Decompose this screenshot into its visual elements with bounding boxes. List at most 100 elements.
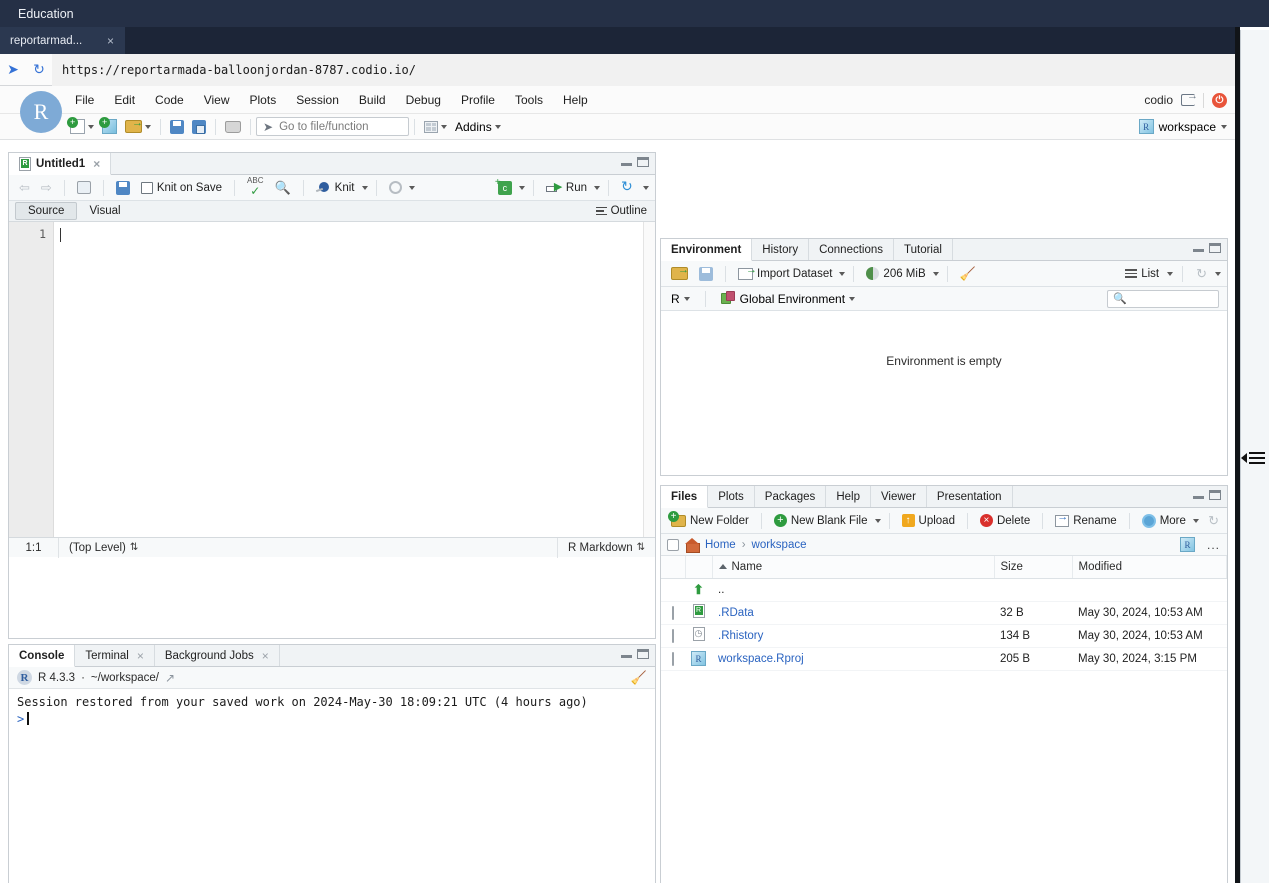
save-button[interactable]	[166, 119, 188, 134]
insert-chunk-button[interactable]: c	[494, 176, 516, 197]
column-name[interactable]: Name	[712, 556, 995, 579]
file-name[interactable]: .RData	[718, 607, 754, 619]
find-replace-button[interactable]: 🔍	[270, 178, 294, 198]
rerun-chunks-button[interactable]	[617, 178, 640, 196]
file-name[interactable]: ..	[718, 584, 724, 596]
menu-item-plots[interactable]: Plots	[247, 91, 280, 109]
back-button[interactable]: ⇦	[15, 178, 34, 198]
column-modified[interactable]: Modified	[1072, 556, 1227, 579]
tab-source[interactable]: Source	[15, 202, 78, 220]
menu-item-file[interactable]: File	[72, 91, 97, 109]
tab-plots[interactable]: Plots	[708, 486, 755, 507]
menu-item-code[interactable]: Code	[152, 91, 187, 109]
table-row[interactable]: .Rhistory 134 B May 30, 2024, 10:53 AM	[661, 624, 1227, 648]
maximize-pane-icon[interactable]	[637, 157, 649, 167]
menu-item-build[interactable]: Build	[356, 91, 389, 109]
table-row[interactable]: R workspace.Rproj 205 B May 30, 2024, 3:…	[661, 647, 1227, 671]
close-icon[interactable]: ×	[137, 649, 144, 663]
open-directory-icon[interactable]: ↗	[165, 671, 175, 685]
forward-button[interactable]: ⇨	[37, 178, 56, 198]
tab-environment[interactable]: Environment	[661, 239, 753, 261]
addins-button[interactable]: Addins	[451, 120, 505, 134]
close-icon[interactable]: ×	[262, 649, 269, 663]
menu-item-view[interactable]: View	[201, 91, 233, 109]
clear-environment-button[interactable]: 🧹	[956, 264, 980, 284]
browser-tab[interactable]: reportarmad... ×	[0, 27, 125, 54]
run-button[interactable]: Run	[542, 180, 591, 196]
column-size[interactable]: Size	[994, 556, 1073, 579]
load-workspace-button[interactable]	[667, 264, 692, 282]
editor-save-button[interactable]	[112, 179, 134, 197]
project-folder-icon-wrap[interactable]: R	[1180, 537, 1195, 552]
refresh-files-button[interactable]: ↻	[1208, 513, 1219, 529]
new-blank-file-button[interactable]: + New Blank File	[770, 512, 872, 529]
panel-collapse-handle[interactable]	[1241, 448, 1267, 468]
minimize-pane-icon[interactable]	[621, 158, 632, 166]
maximize-pane-icon[interactable]	[1209, 490, 1221, 500]
import-dataset-button[interactable]: Import Dataset	[734, 264, 836, 282]
menu-item-edit[interactable]: Edit	[111, 91, 138, 109]
logout-icon[interactable]	[1181, 90, 1198, 106]
scope-selector[interactable]: Global Environment	[717, 289, 859, 308]
chevron-down-icon[interactable]	[932, 271, 939, 276]
document-format-selector[interactable]: R Markdown ⇅	[557, 537, 655, 558]
new-project-button[interactable]: +	[98, 117, 121, 134]
chevron-down-icon[interactable]	[594, 185, 600, 190]
breadcrumb-current[interactable]: workspace	[752, 539, 807, 551]
breadcrumb-home[interactable]: Home	[705, 539, 736, 551]
language-selector[interactable]: R	[667, 290, 694, 308]
select-all-checkbox[interactable]	[667, 538, 679, 551]
refresh-environment-button[interactable]: ↻	[1192, 264, 1211, 284]
file-name[interactable]: workspace.Rproj	[718, 653, 804, 665]
table-row[interactable]: ⬆ ..	[661, 578, 1227, 602]
row-checkbox[interactable]	[672, 651, 674, 666]
new-file-button[interactable]: +	[66, 117, 98, 134]
minimize-pane-icon[interactable]	[621, 650, 632, 658]
output-options-button[interactable]	[385, 179, 406, 196]
address-input[interactable]: https://reportarmada-balloonjordan-8787.…	[52, 53, 1235, 86]
menu-item-profile[interactable]: Profile	[458, 91, 498, 109]
row-checkbox[interactable]	[672, 628, 674, 643]
chevron-down-icon[interactable]	[361, 185, 368, 190]
tab-files[interactable]: Files	[661, 486, 709, 508]
scope-selector[interactable]: (Top Level) ⇅	[59, 538, 557, 558]
menu-item-tools[interactable]: Tools	[512, 91, 546, 109]
row-checkbox[interactable]	[672, 605, 674, 620]
tab-viewer[interactable]: Viewer	[871, 486, 927, 507]
power-icon[interactable]: ⏻	[1212, 92, 1227, 108]
environment-search-input[interactable]: 🔍	[1107, 289, 1219, 308]
view-mode-button[interactable]: List	[1121, 266, 1163, 282]
menu-item-help[interactable]: Help	[560, 91, 591, 109]
chevron-down-icon[interactable]	[643, 185, 649, 190]
console-output[interactable]: Session restored from your saved work on…	[9, 689, 655, 733]
delete-button[interactable]: × Delete	[976, 512, 1034, 529]
more-options-icon[interactable]: ...	[1207, 538, 1220, 552]
tab-terminal[interactable]: Terminal ×	[75, 645, 155, 666]
chevron-down-icon[interactable]	[1215, 271, 1221, 276]
close-icon[interactable]: ×	[104, 34, 117, 48]
chevron-down-icon[interactable]	[1192, 518, 1199, 523]
chevron-down-icon[interactable]	[408, 185, 415, 190]
editor-vertical-scrollbar[interactable]	[643, 222, 655, 537]
tab-console[interactable]: Console	[9, 645, 76, 667]
menu-item-session[interactable]: Session	[293, 91, 342, 109]
rename-button[interactable]: Rename	[1051, 511, 1120, 529]
tab-help[interactable]: Help	[826, 486, 871, 507]
row-name-cell[interactable]: workspace.Rproj	[712, 647, 994, 671]
maximize-pane-icon[interactable]	[1209, 243, 1221, 253]
show-in-new-window-button[interactable]	[73, 179, 95, 196]
reload-icon[interactable]: ↻	[33, 61, 45, 78]
chevron-down-icon[interactable]	[518, 185, 525, 190]
tab-tutorial[interactable]: Tutorial	[894, 239, 953, 260]
tab-history[interactable]: History	[752, 239, 810, 260]
minimize-pane-icon[interactable]	[1193, 244, 1204, 252]
code-input[interactable]	[54, 222, 655, 537]
memory-usage-button[interactable]: 206 MiB	[862, 265, 929, 282]
spellcheck-button[interactable]: ABC ✓	[243, 175, 267, 200]
tab-presentation[interactable]: Presentation	[927, 486, 1013, 507]
save-workspace-button[interactable]	[695, 265, 717, 283]
table-row[interactable]: .RData 32 B May 30, 2024, 10:53 AM	[661, 601, 1227, 625]
workspace-panes-button[interactable]	[420, 120, 451, 133]
row-name-cell[interactable]: ..	[712, 578, 994, 602]
chevron-down-icon[interactable]	[1167, 271, 1174, 276]
